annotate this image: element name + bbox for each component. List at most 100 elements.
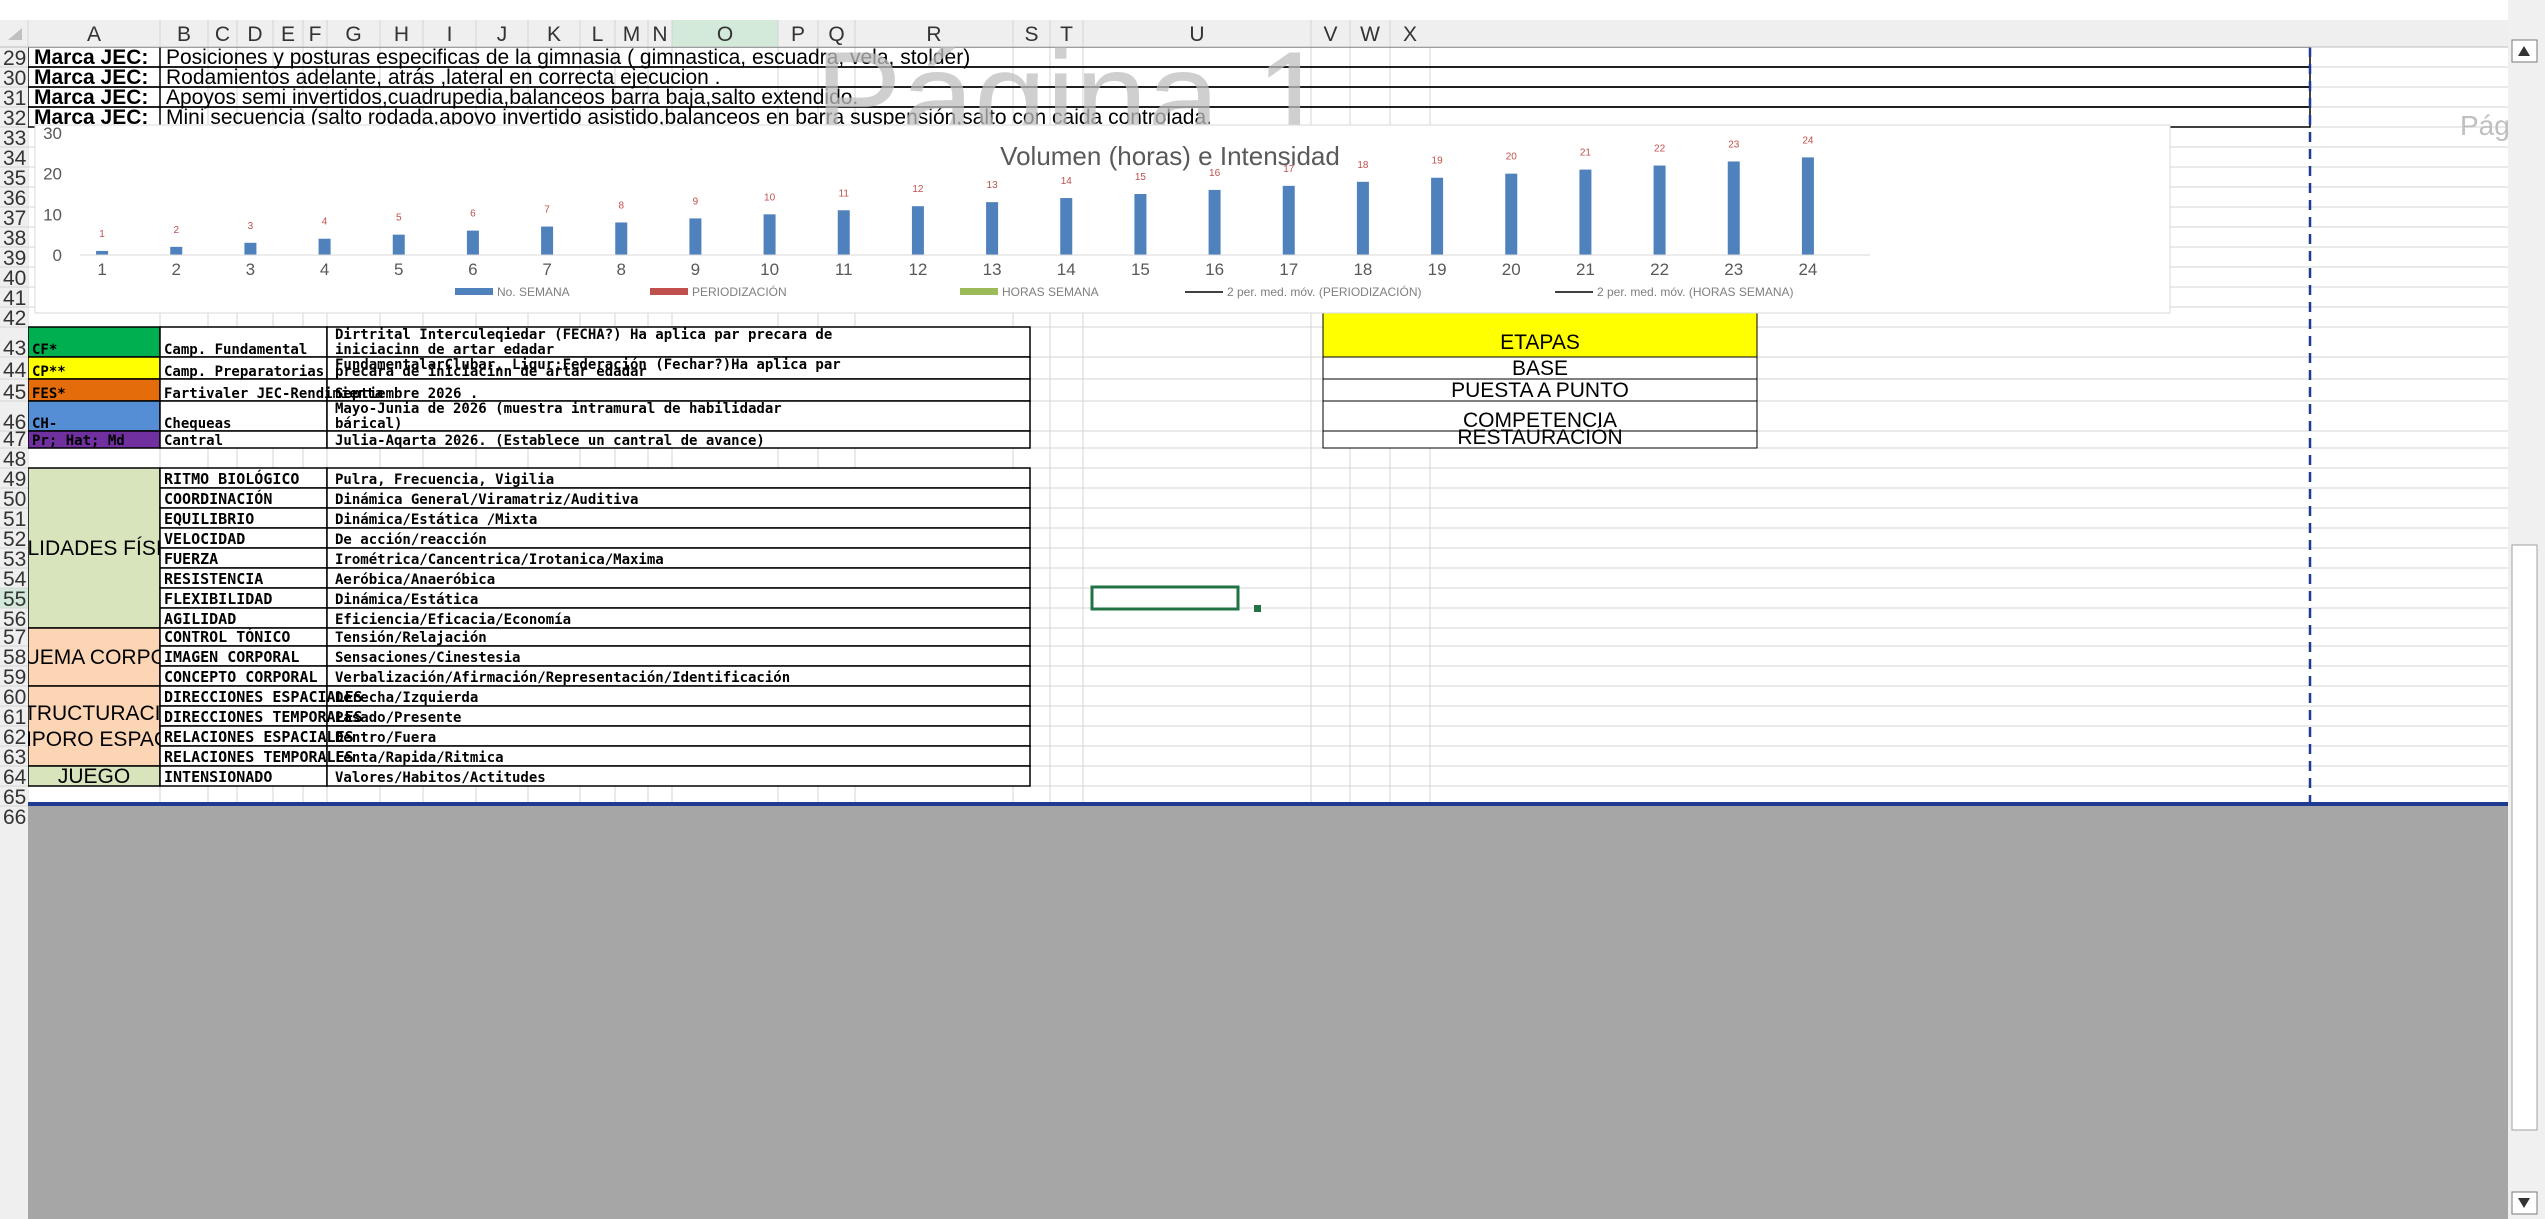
column-header-r[interactable]: R — [926, 23, 941, 46]
column-header-n[interactable]: N — [652, 23, 667, 46]
column-header-x[interactable]: X — [1403, 23, 1417, 46]
volume-intensity-chart[interactable]: Volumen (horas) e Intensidad010203011223… — [34, 124, 2171, 314]
x-tick-label: 4 — [320, 260, 329, 279]
column-header-e[interactable]: E — [281, 23, 295, 46]
column-header-b[interactable]: B — [177, 23, 191, 46]
column-header-j[interactable]: J — [497, 23, 508, 46]
quality-desc: Derecha/Izquierda — [335, 690, 478, 706]
column-header-l[interactable]: L — [592, 23, 604, 46]
quality-name: RITMO BIOLÓGICO — [164, 469, 299, 488]
column-header-k[interactable]: K — [547, 23, 561, 46]
column-header-h[interactable]: H — [394, 23, 409, 46]
chart-bar — [1505, 173, 1518, 255]
quality-desc: Lenta/Rapida/Ritmica — [335, 750, 504, 766]
column-header-o[interactable]: O — [717, 23, 733, 46]
column-header-f[interactable]: F — [309, 23, 322, 46]
legend-label: HORAS SEMANA — [1002, 285, 1099, 299]
data-label: 5 — [396, 213, 402, 224]
column-header-i[interactable]: I — [447, 23, 453, 46]
x-tick-label: 10 — [760, 260, 779, 279]
data-label: 1 — [99, 229, 105, 240]
chart-bar — [911, 206, 924, 255]
x-tick-label: 12 — [908, 260, 927, 279]
etapa-label: PUESTA A PUNTO — [1451, 379, 1629, 402]
quality-name: DIRECCIONES ESPACIALES — [164, 688, 363, 706]
chart-bar — [541, 226, 554, 255]
data-label: 21 — [1580, 148, 1592, 159]
column-header-s[interactable]: S — [1024, 23, 1038, 46]
legend-desc-line: Mayo-Junia de 2026 (muestra intramural d… — [335, 401, 782, 417]
column-header-d[interactable]: D — [247, 23, 262, 46]
x-tick-label: 17 — [1279, 260, 1298, 279]
quality-desc: Pulra, Frecuencia, Vigilia — [335, 472, 554, 488]
column-header-w[interactable]: W — [1360, 23, 1380, 46]
quality-desc: Dentro/Fuera — [335, 730, 436, 746]
page-label-right: Pág — [2460, 110, 2510, 141]
quality-name: FUERZA — [164, 550, 218, 568]
quality-desc: Dinámica General/Viramatriz/Auditiva — [335, 492, 638, 508]
column-header-a[interactable]: A — [87, 23, 101, 46]
legend-code: CP** — [32, 364, 66, 380]
data-label: 17 — [1283, 164, 1295, 175]
legend-swatch — [960, 288, 998, 295]
column-header-t[interactable]: T — [1060, 23, 1073, 46]
legend-label: PERIODIZACIÓN — [692, 284, 787, 299]
x-tick-label: 11 — [835, 260, 853, 279]
chart-bar — [1134, 194, 1147, 255]
legend-desc-line: Septiembre 2026 . — [335, 386, 478, 402]
data-label: 14 — [1061, 176, 1073, 187]
quality-name: INTENSIONADO — [164, 768, 272, 786]
quality-name: COORDINACIÓN — [164, 489, 272, 508]
chart-bar — [1060, 198, 1073, 255]
quality-desc: Irométrica/Cancentrica/Irotanica/Maxima — [335, 552, 664, 568]
fill-handle[interactable] — [1254, 605, 1261, 612]
scrollbar-thumb[interactable] — [2511, 544, 2538, 1131]
quality-desc: Aeróbica/Anaeróbica — [335, 572, 495, 588]
data-label: 10 — [764, 192, 776, 203]
column-header-u[interactable]: U — [1189, 23, 1204, 46]
quality-name: AGILIDAD — [164, 610, 236, 628]
chart-bar — [1356, 181, 1369, 255]
x-tick-label: 18 — [1353, 260, 1372, 279]
legend-name: Camp. Fundamental — [164, 342, 307, 358]
legend-label: 2 per. med. móv. (PERIODIZACIÓN) — [1227, 284, 1421, 299]
quality-name: EQUILIBRIO — [164, 510, 254, 528]
legend-name: Camp. Preparatorias — [164, 364, 324, 380]
data-label: 15 — [1135, 172, 1147, 183]
chart-bar — [392, 234, 405, 255]
chart-bar — [1282, 185, 1295, 255]
data-label: 7 — [544, 205, 550, 216]
chart-bar — [318, 238, 331, 255]
column-header-g[interactable]: G — [345, 23, 361, 46]
x-tick-label: 24 — [1798, 260, 1817, 279]
row-header-66[interactable]: 66 — [3, 806, 26, 829]
chart-bar — [986, 202, 999, 255]
legend-desc-line: iniciacinn de artar edadar — [335, 342, 554, 358]
quality-desc: Eficiencia/Eficacia/Economía — [335, 612, 571, 628]
legend-desc-line: precara de iniciacinn de artar edadar — [335, 364, 647, 380]
x-tick-label: 23 — [1724, 260, 1743, 279]
chart-bar — [837, 210, 850, 255]
data-label: 18 — [1357, 160, 1369, 171]
quality-name: RESISTENCIA — [164, 570, 263, 588]
legend-code: CH- — [32, 416, 57, 432]
quality-desc: Valores/Habitos/Actitudes — [335, 770, 546, 786]
y-tick-label: 0 — [53, 246, 62, 265]
data-label: 19 — [1432, 156, 1444, 167]
column-header-v[interactable]: V — [1323, 23, 1337, 46]
spreadsheet-grid[interactable]: Marca JEC: Posiciones y posturas especifi… — [0, 0, 2545, 1219]
legend-name: Cantral — [164, 433, 223, 449]
column-header-q[interactable]: Q — [828, 23, 844, 46]
column-header-c[interactable]: C — [215, 23, 230, 46]
data-label: 2 — [173, 225, 179, 236]
x-tick-label: 20 — [1502, 260, 1521, 279]
legend-label: 2 per. med. móv. (HORAS SEMANA) — [1597, 285, 1794, 299]
column-header-m[interactable]: M — [623, 23, 641, 46]
data-label: 22 — [1654, 144, 1666, 155]
quality-desc: Sensaciones/Cinestesia — [335, 650, 520, 666]
data-label: 11 — [839, 188, 850, 199]
chart-bar — [244, 242, 257, 255]
data-label: 13 — [987, 180, 999, 191]
data-label: 3 — [248, 221, 254, 232]
column-header-p[interactable]: P — [791, 23, 805, 46]
